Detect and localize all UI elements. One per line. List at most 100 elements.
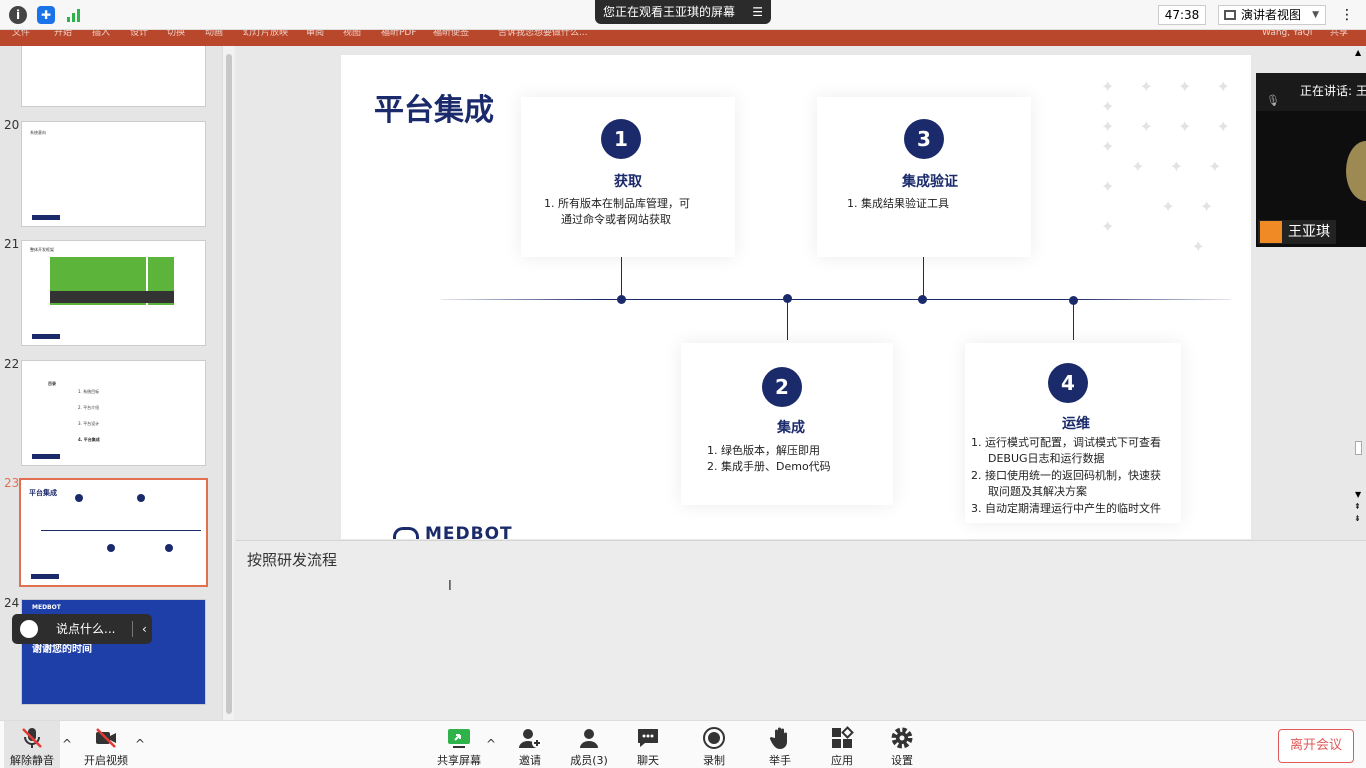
raise-hand-button[interactable]: 举手 bbox=[760, 721, 800, 768]
timeline-node bbox=[918, 295, 927, 304]
active-speaker-bar: 🎙 正在讲话: 王 bbox=[1256, 73, 1366, 109]
chevron-up-icon[interactable]: ^ bbox=[135, 737, 145, 751]
notes-text[interactable]: 按照研发流程 bbox=[247, 549, 337, 570]
slide-thumbnail[interactable]: 整体开发框架 bbox=[21, 240, 206, 346]
screen-share-banner[interactable]: 您正在观看王亚琪的屏幕 ☰ bbox=[595, 0, 771, 24]
ribbon-tab[interactable]: 文件 bbox=[12, 30, 30, 38]
ribbon-tab[interactable]: 审阅 bbox=[306, 30, 324, 38]
step-line: 1. 集成结果验证工具 bbox=[847, 197, 949, 210]
step-line: DEBUG日志和运行数据 bbox=[988, 452, 1105, 465]
view-mode-label: 演讲者视图 bbox=[1241, 8, 1302, 22]
thumb-node bbox=[75, 494, 83, 502]
slide-thumbnail[interactable] bbox=[21, 46, 206, 107]
invite-button[interactable]: 邀请 bbox=[510, 721, 550, 768]
step-line: 1. 绿色版本，解压即用 bbox=[707, 444, 820, 457]
timeline-connector bbox=[923, 257, 924, 299]
slide-number: 20 bbox=[4, 118, 20, 132]
mic-muted-icon: 🎙 bbox=[1266, 94, 1280, 107]
scrollbar-thumb[interactable] bbox=[226, 54, 232, 714]
mic-off-icon bbox=[20, 726, 44, 750]
ribbon-tab[interactable]: 福昕PDF bbox=[381, 30, 417, 38]
network-signal-icon[interactable] bbox=[65, 6, 83, 24]
ribbon-tab[interactable]: 动画 bbox=[205, 30, 223, 38]
slide-number: 21 bbox=[4, 237, 20, 251]
chat-label: 聊天 bbox=[637, 754, 659, 767]
speaker-video-panel[interactable]: 🎙 正在讲话: 王 王亚琪 bbox=[1256, 73, 1366, 247]
scroll-down-icon[interactable]: ▼ bbox=[1355, 490, 1361, 499]
ribbon-tab[interactable]: 开始 bbox=[54, 30, 72, 38]
record-icon bbox=[702, 726, 726, 750]
meeting-top-bar: i ✚ 您正在观看王亚琪的屏幕 ☰ 47:38 演讲者视图 ▼ ⋮ bbox=[0, 0, 1366, 30]
menu-icon[interactable]: ☰ bbox=[752, 0, 763, 24]
start-video-label: 开启视频 bbox=[84, 754, 128, 767]
step-title: 获取 bbox=[614, 174, 642, 190]
step-title: 集成 bbox=[777, 420, 805, 436]
slide-number: 22 bbox=[4, 357, 20, 371]
thumb-node bbox=[165, 544, 173, 552]
ribbon-tab[interactable]: 视图 bbox=[343, 30, 361, 38]
chevron-left-icon[interactable]: ‹ bbox=[142, 614, 147, 644]
camera-off-icon bbox=[94, 726, 118, 750]
step-line: 1. 所有版本在制品库管理，可 bbox=[544, 197, 690, 210]
step-line: 2. 集成手册、Demo代码 bbox=[707, 460, 831, 473]
medbot-logo-thumb bbox=[32, 215, 60, 220]
step-line: 1. 运行模式可配置，调试模式下可查看 bbox=[971, 436, 1161, 449]
unmute-label: 解除静音 bbox=[10, 754, 54, 767]
presenter-view-icon bbox=[1224, 10, 1236, 20]
view-mode-dropdown[interactable]: 演讲者视图 ▼ bbox=[1218, 5, 1326, 25]
slide-thumbnail[interactable]: 目录 1. 系统目标 2. 平台介绍 3. 平台设计 4. 平台集成 bbox=[21, 360, 206, 466]
raise-hand-label: 举手 bbox=[769, 754, 791, 767]
scroll-up-icon[interactable]: ▲ bbox=[1355, 48, 1361, 57]
security-shield-icon[interactable]: ✚ bbox=[37, 6, 55, 24]
thumb-title: 目录 bbox=[48, 381, 56, 386]
participant-name-tag: 王亚琪 bbox=[1258, 220, 1336, 244]
info-icon[interactable]: i bbox=[9, 6, 27, 24]
text-cursor-icon: I bbox=[448, 579, 452, 594]
members-button[interactable]: 成员(3) bbox=[566, 721, 612, 768]
share-screen-button[interactable]: 共享屏幕 bbox=[434, 721, 484, 768]
slide-thumbnail-active[interactable]: 平台集成 bbox=[19, 478, 208, 587]
scrollbar-thumb[interactable] bbox=[1355, 441, 1362, 455]
unmute-button[interactable]: 解除静音 bbox=[4, 721, 60, 768]
record-label: 录制 bbox=[703, 754, 725, 767]
chevron-up-icon[interactable]: ^ bbox=[62, 737, 72, 751]
emoji-icon[interactable] bbox=[20, 620, 38, 638]
start-video-button[interactable]: 开启视频 bbox=[80, 721, 132, 768]
members-label: 成员(3) bbox=[570, 754, 608, 767]
timeline-node bbox=[1069, 296, 1078, 305]
chat-button[interactable]: 聊天 bbox=[628, 721, 668, 768]
step-line: 2. 接口使用统一的返回码机制，快速获 bbox=[971, 469, 1161, 482]
prev-slide-icon[interactable]: ⇞ bbox=[1354, 502, 1361, 511]
participant-name: 王亚琪 bbox=[1288, 224, 1330, 240]
gear-icon bbox=[890, 726, 914, 750]
quick-chat-input[interactable]: 说点什么... ‹ bbox=[12, 614, 152, 644]
ribbon-tab[interactable]: 福昕便签 bbox=[433, 30, 469, 38]
ribbon-tab[interactable]: 幻灯片放映 bbox=[243, 30, 288, 38]
thumb-node bbox=[137, 494, 145, 502]
apps-button[interactable]: 应用 bbox=[822, 721, 862, 768]
more-icon[interactable]: ⋮ bbox=[1335, 5, 1359, 25]
step-card-4: 4 运维 1. 运行模式可配置，调试模式下可查看 DEBUG日志和运行数据 2.… bbox=[965, 343, 1181, 523]
ribbon-tab[interactable]: 插入 bbox=[92, 30, 110, 38]
avatar bbox=[1260, 221, 1282, 243]
step-number: 1 bbox=[601, 119, 641, 159]
record-button[interactable]: 录制 bbox=[694, 721, 734, 768]
invite-label: 邀请 bbox=[519, 754, 541, 767]
speaker-notes[interactable]: 按照研发流程 I bbox=[236, 540, 1366, 720]
step-number: 3 bbox=[904, 119, 944, 159]
ribbon-tab[interactable]: 切换 bbox=[167, 30, 185, 38]
settings-button[interactable]: 设置 bbox=[882, 721, 922, 768]
slide-thumbnail[interactable]: 系统意向 bbox=[21, 121, 206, 227]
logo-text: MEDBOT bbox=[425, 524, 513, 539]
settings-label: 设置 bbox=[891, 754, 913, 767]
ribbon-tab[interactable]: 设计 bbox=[130, 30, 148, 38]
leave-meeting-button[interactable]: 离开会议 bbox=[1278, 729, 1354, 763]
next-slide-icon[interactable]: ⇟ bbox=[1354, 514, 1361, 523]
medbot-logo-thumb bbox=[31, 574, 59, 579]
thumbnail-scrollbar[interactable] bbox=[222, 46, 234, 720]
decorative-pattern: ✦ ✦ ✦ ✦ ✦ ✦ ✦ ✦ ✦ ✦ ✦ ✦ ✦ ✦ ✦ ✦ ✦ ✦ bbox=[1101, 77, 1240, 256]
timeline-connector bbox=[621, 257, 622, 299]
chevron-up-icon[interactable]: ^ bbox=[486, 737, 496, 751]
ribbon-search[interactable]: 告诉我您想要做什么... bbox=[498, 30, 588, 38]
ribbon-share[interactable]: 共享 bbox=[1330, 30, 1348, 38]
